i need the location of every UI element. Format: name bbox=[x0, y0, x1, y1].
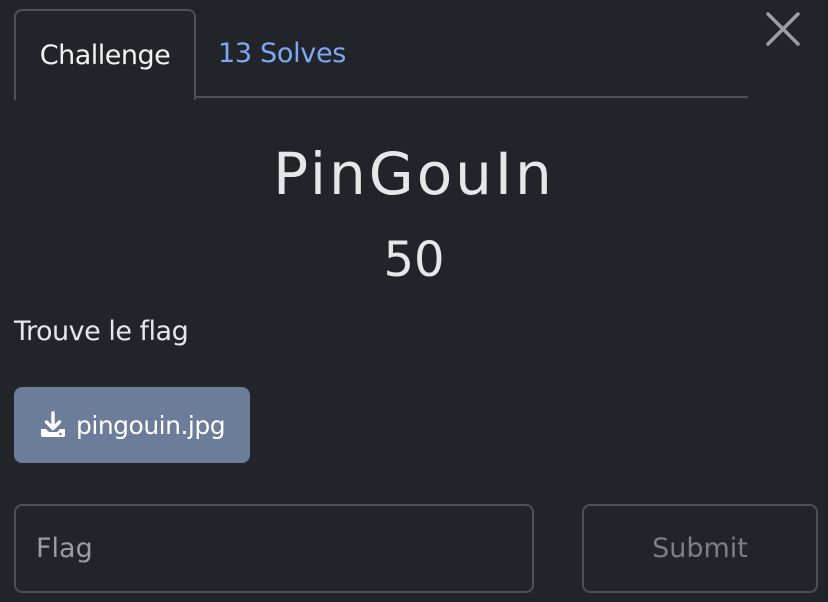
flag-input[interactable] bbox=[14, 504, 534, 593]
challenge-title: PinGouIn bbox=[273, 140, 555, 208]
submit-button[interactable]: Submit bbox=[582, 504, 818, 593]
close-button[interactable] bbox=[764, 10, 802, 48]
close-icon bbox=[766, 12, 800, 46]
download-file-button[interactable]: pingouin.jpg bbox=[14, 387, 250, 463]
tab-challenge[interactable]: Challenge bbox=[14, 9, 196, 100]
challenge-modal: Challenge 13 Solves PinGouIn 50 Trouve l… bbox=[0, 0, 828, 602]
download-icon bbox=[38, 410, 68, 440]
challenge-description: Trouve le flag bbox=[14, 316, 189, 347]
file-name: pingouin.jpg bbox=[76, 410, 226, 440]
challenge-points: 50 bbox=[383, 232, 445, 288]
tab-solves[interactable]: 13 Solves bbox=[218, 9, 346, 98]
tab-bar: Challenge 13 Solves bbox=[14, 9, 748, 100]
